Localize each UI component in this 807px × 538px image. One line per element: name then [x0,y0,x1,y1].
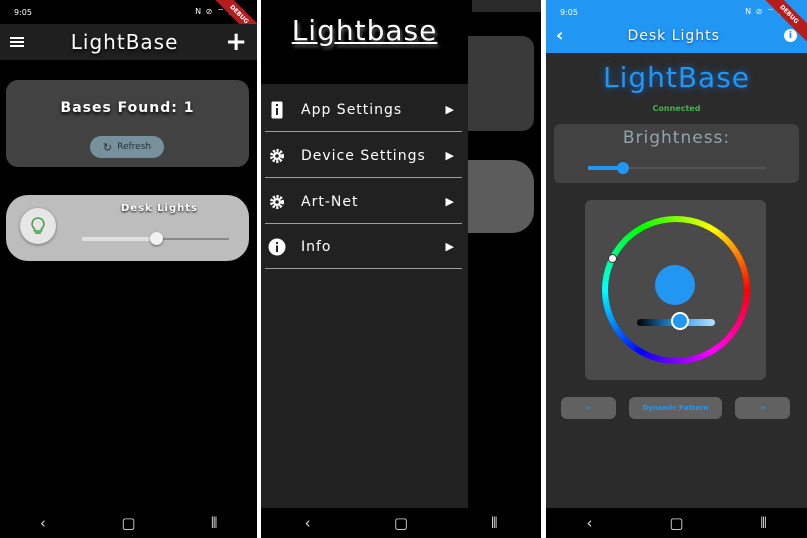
recents-nav-icon[interactable]: ⦀ [204,514,224,532]
brightness-slider[interactable] [82,232,229,245]
drawer-item-info[interactable]: Info ▶ [265,225,462,269]
arrow-left-icon: ← [585,404,592,412]
arrow-right-icon: → [759,404,766,412]
color-wheel-handle[interactable] [608,254,617,263]
brand-title: LightBase [602,61,751,94]
status-time: 9:05 [14,7,32,17]
brightness-card: Brightness: [554,124,799,183]
back-nav-icon[interactable]: ‹ [298,514,318,532]
drawer-item-label: Art-Net [301,193,359,210]
shade-slider-thumb[interactable] [671,312,689,330]
pattern-label: Dynamic Pattern [642,404,709,412]
home-nav-icon[interactable]: ▢ [118,514,138,532]
connection-status: Connected [652,104,701,113]
app-bar: LightBase + [0,24,257,60]
slider-thumb[interactable] [149,232,163,245]
page-title: Desk Lights [627,27,720,44]
device-screen: 9:05 N ⊘ ⌔ ◢ ▮ DEBUG ‹ Desk Lights i Lig… [546,0,807,538]
refresh-icon: ↻ [102,140,113,154]
drawer-item-label: Info [301,238,332,255]
app-bar: ‹ Desk Lights i [546,18,807,53]
lightbulb-icon [31,217,45,234]
color-preview [655,265,695,305]
info-icon [267,238,287,256]
add-icon[interactable]: + [225,29,247,55]
background-light-card [468,160,534,233]
brightness-slider[interactable] [588,162,765,174]
color-picker-card [585,200,766,380]
app-title: LightBase [70,30,179,54]
gear-icon [267,147,287,165]
back-nav-icon[interactable]: ‹ [580,514,600,532]
drawer-item-label: App Settings [301,101,403,118]
home-nav-icon[interactable]: ▢ [391,514,411,532]
light-name: Desk Lights [121,203,198,214]
device-body: LightBase Connected Brightness: ← Dynami… [546,53,807,508]
nav-bar: ‹ ▢ ⦀ [0,508,257,538]
brightness-label: Brightness: [622,128,731,148]
refresh-button[interactable]: ↻ Refresh [90,136,164,158]
caret-right-icon: ▶ [445,149,454,162]
menu-icon[interactable] [10,37,24,47]
previous-pattern-button[interactable]: ← [561,397,616,419]
background-appbar [472,0,541,12]
caret-right-icon: ▶ [445,240,454,253]
drawer-item-art-net[interactable]: Art-Net ▶ [265,180,462,224]
home-nav-icon[interactable]: ▢ [667,514,687,532]
drawer-item-label: Device Settings [301,147,426,164]
drawer-screen: Lightbase App Settings ▶ Device Settings… [261,0,541,538]
nav-bar: ‹ ▢ ⦀ [546,508,807,538]
back-arrow-icon[interactable]: ‹ [556,25,563,46]
back-nav-icon[interactable]: ‹ [33,514,53,532]
bases-card: Bases Found: 1 ↻ Refresh [6,80,249,167]
caret-right-icon: ▶ [445,195,454,208]
drawer-item-device-settings[interactable]: Device Settings ▶ [265,134,462,178]
dynamic-pattern-button[interactable]: Dynamic Pattern [629,397,722,419]
light-card[interactable]: Desk Lights [6,195,249,261]
gear-icon [267,193,287,211]
next-pattern-button[interactable]: → [735,397,790,419]
drawer-header: Lightbase [261,0,468,84]
caret-right-icon: ▶ [445,103,454,116]
slider-thumb[interactable] [617,162,630,174]
phone-info-icon [267,101,287,119]
recents-nav-icon[interactable]: ⦀ [754,514,774,532]
bases-found-label: Bases Found: 1 [60,100,195,116]
info-icon[interactable]: i [784,29,797,42]
status-time: 9:05 [560,7,578,17]
background-card [468,36,534,131]
navigation-drawer: Lightbase App Settings ▶ Device Settings… [261,0,468,508]
drawer-title: Lightbase [291,14,438,47]
refresh-label: Refresh [117,142,152,152]
bulb-toggle-button[interactable] [20,208,56,244]
nav-bar: ‹ ▢ ⦀ [261,508,541,538]
home-screen: 9:05 N ⊘ ⌔ ◢ ▮ DEBUG LightBase + Bases F… [0,0,257,538]
recents-nav-icon[interactable]: ⦀ [484,514,504,532]
drawer-item-app-settings[interactable]: App Settings ▶ [265,88,462,132]
slider-fill [82,237,156,241]
